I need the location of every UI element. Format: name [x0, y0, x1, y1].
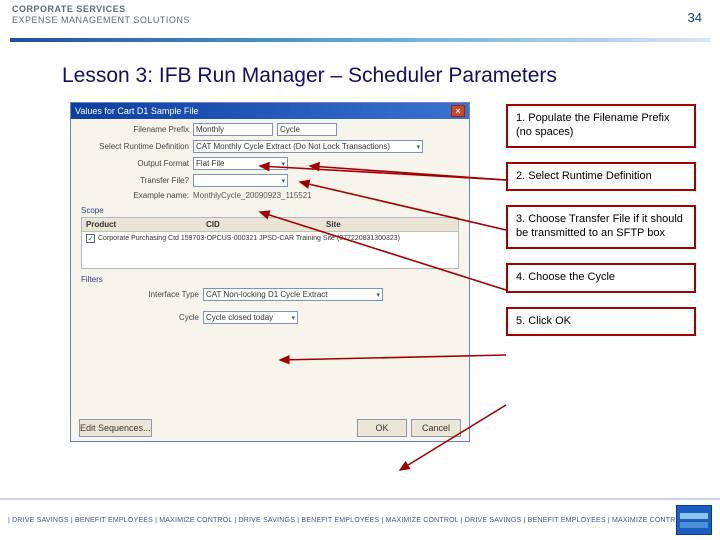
scope-col-product: Product — [82, 218, 202, 231]
footer-tagline: | DRIVE SAVINGS | BENEFIT EMPLOYEES | MA… — [8, 517, 676, 524]
callout-list: 1. Populate the Filename Prefix (no spac… — [506, 104, 696, 336]
close-icon[interactable]: × — [451, 105, 465, 117]
scope-row-checkbox[interactable]: ✓ — [86, 234, 95, 243]
scope-table: Product CID Site ✓ Corporate Purchasing … — [81, 217, 459, 269]
slide-header: CORPORATE SERVICES EXPENSE MANAGEMENT SO… — [0, 0, 720, 38]
brand-line1: CORPORATE SERVICES — [12, 4, 190, 14]
callout-4: 4. Choose the Cycle — [506, 263, 696, 293]
output-format-dropdown[interactable]: Flat File — [193, 157, 288, 170]
amex-logo-icon — [676, 505, 712, 535]
dialog-titlebar[interactable]: Values for Cart D1 Sample File × — [71, 103, 469, 119]
scope-header-row: Product CID Site — [82, 218, 458, 232]
page-number: 34 — [688, 10, 702, 25]
callout-5: 5. Click OK — [506, 307, 696, 337]
interface-type-dropdown[interactable]: CAT Non-locking D1 Cycle Extract — [203, 288, 383, 301]
slide-title: Lesson 3: IFB Run Manager – Scheduler Pa… — [0, 42, 720, 102]
dialog-window: Values for Cart D1 Sample File × Filenam… — [70, 102, 470, 442]
edit-sequences-button[interactable]: Edit Sequences... — [79, 419, 152, 437]
ok-button[interactable]: OK — [357, 419, 407, 437]
scope-row-text: Corporate Purchasing Ctd 159703-OPCUS-00… — [98, 235, 400, 242]
dialog-title: Values for Cart D1 Sample File — [75, 106, 198, 116]
runtime-def-label: Select Runtime Definition — [79, 142, 189, 151]
cycle-label: Cycle — [89, 313, 199, 322]
transfer-file-label: Transfer File? — [79, 176, 189, 185]
slide-footer: | DRIVE SAVINGS | BENEFIT EMPLOYEES | MA… — [0, 498, 720, 540]
filename-prefix-input-2[interactable]: Cycle — [277, 123, 337, 136]
scope-section-label: Scope — [81, 206, 469, 215]
callout-3: 3. Choose Transfer File if it should be … — [506, 205, 696, 249]
brand-block: CORPORATE SERVICES EXPENSE MANAGEMENT SO… — [12, 4, 190, 25]
scope-col-cid: CID — [202, 218, 322, 231]
transfer-file-dropdown[interactable] — [193, 174, 288, 187]
cycle-dropdown[interactable]: Cycle closed today — [203, 311, 298, 324]
runtime-def-dropdown[interactable]: CAT Monthly Cycle Extract (Do Not Lock T… — [193, 140, 423, 153]
filters-section-label: Filters — [81, 275, 469, 284]
filename-prefix-input-1[interactable]: Monthly — [193, 123, 273, 136]
content-area: Values for Cart D1 Sample File × Filenam… — [0, 102, 720, 452]
example-name-value: MonthlyCycle_20090923_115521 — [193, 191, 312, 200]
output-format-label: Output Format — [79, 159, 189, 168]
callout-1: 1. Populate the Filename Prefix (no spac… — [506, 104, 696, 148]
interface-type-label: Interface Type — [89, 290, 199, 299]
callout-2: 2. Select Runtime Definition — [506, 162, 696, 192]
cancel-button[interactable]: Cancel — [411, 419, 461, 437]
example-name-label: Example name: — [79, 191, 189, 200]
scope-col-site: Site — [322, 218, 458, 231]
brand-line2: EXPENSE MANAGEMENT SOLUTIONS — [12, 15, 190, 25]
filename-prefix-label: Filename Prefix — [79, 125, 189, 134]
scope-row[interactable]: ✓ Corporate Purchasing Ctd 159703-OPCUS-… — [82, 232, 458, 245]
